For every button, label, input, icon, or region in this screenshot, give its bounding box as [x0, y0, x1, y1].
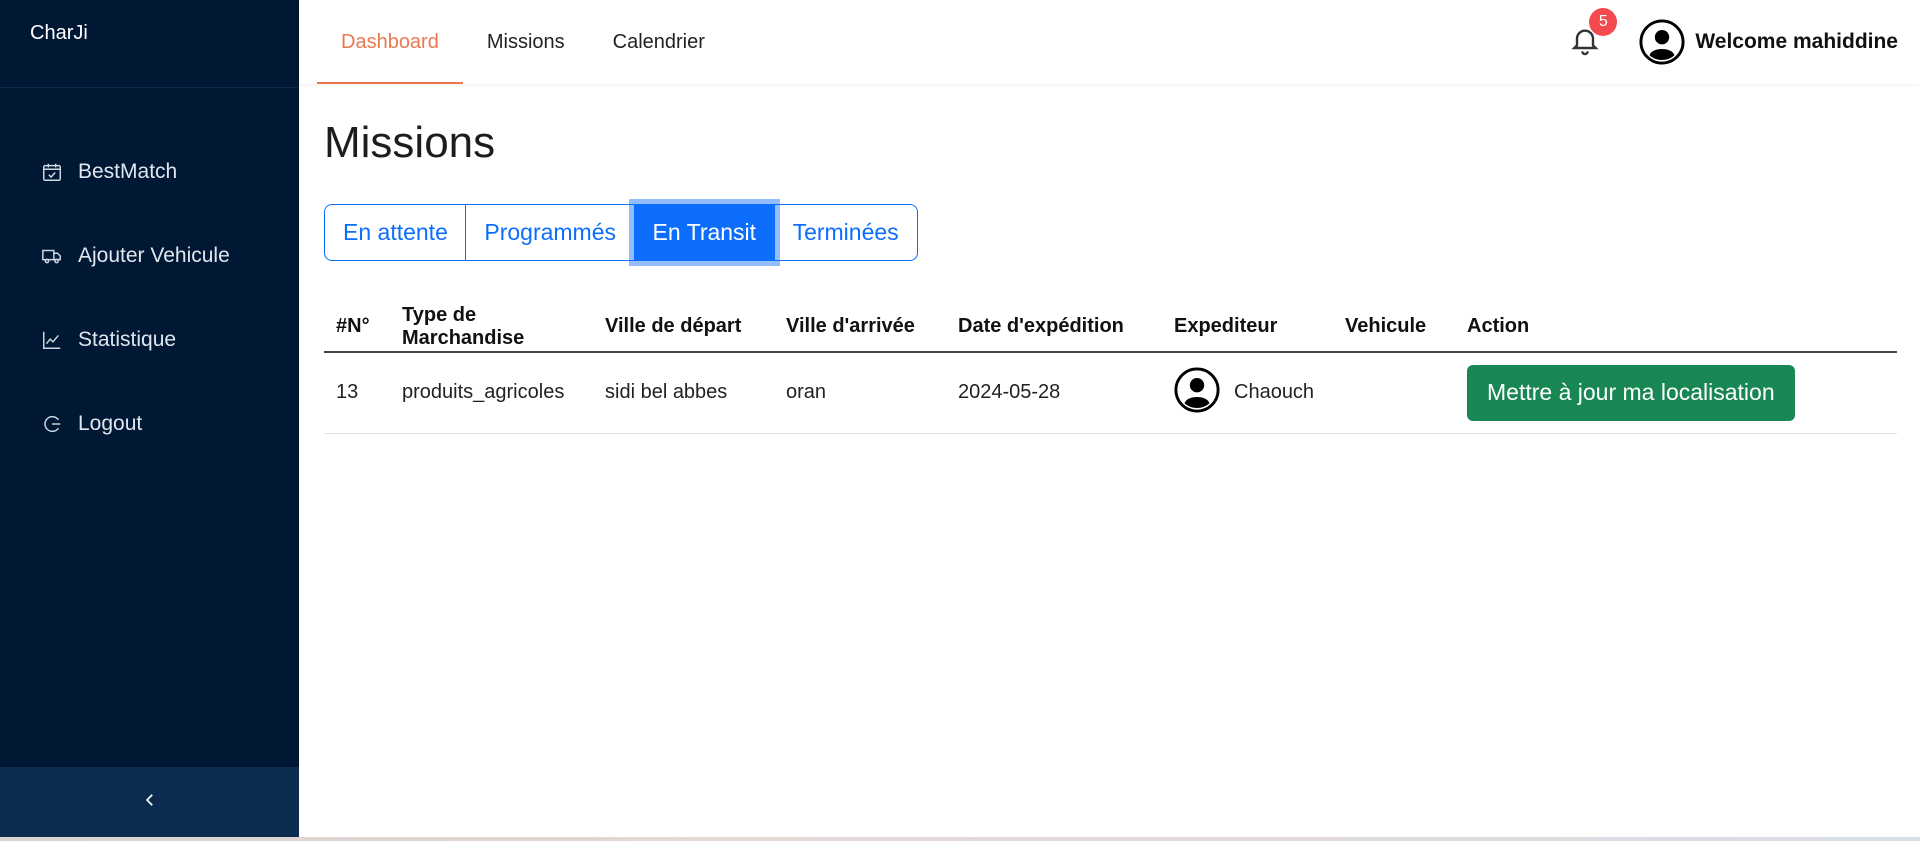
col-header-expediteur: Expediteur [1162, 302, 1333, 353]
sidebar-item-label: BestMatch [78, 160, 178, 183]
notification-badge: 5 [1589, 8, 1618, 36]
cell-type: produits_agricoles [390, 352, 593, 434]
cell-arrivee: oran [774, 352, 946, 434]
cell-date: 2024-05-28 [946, 352, 1162, 434]
sidebar-item-label: Ajouter Vehicule [78, 244, 230, 267]
cell-expediteur: Chaouch [1162, 352, 1333, 434]
brand-logo[interactable]: CharJi [0, 0, 299, 88]
col-header-arrivee: Ville d'arrivée [774, 302, 946, 353]
sidebar-menu: BestMatch Ajouter Vehicule Statistique L… [0, 88, 299, 466]
tab-dashboard[interactable]: Dashboard [317, 0, 463, 84]
col-header-depart: Ville de départ [593, 302, 774, 353]
sidebar-item-label: Logout [78, 412, 143, 435]
sidebar: CharJi BestMatch Ajouter Vehicule Statis… [0, 0, 299, 837]
page-title: Missions [324, 118, 496, 167]
sidebar-item-logout[interactable]: Logout [0, 382, 299, 466]
filter-en-transit[interactable]: En Transit [633, 204, 776, 261]
chevron-left-icon [141, 791, 159, 814]
cell-action: Mettre à jour ma localisation [1455, 352, 1897, 434]
update-location-button[interactable]: Mettre à jour ma localisation [1467, 364, 1795, 421]
sidebar-item-statistique[interactable]: Statistique [0, 298, 299, 382]
chart-line-icon [40, 328, 64, 352]
filter-programmes[interactable]: Programmés [465, 204, 636, 261]
user-avatar-icon[interactable] [1639, 19, 1685, 65]
sidebar-item-ajouter-vehicule[interactable]: Ajouter Vehicule [0, 214, 299, 298]
col-header-num: #N° [324, 302, 390, 353]
tab-missions[interactable]: Missions [463, 0, 589, 72]
notifications-button[interactable]: 5 [1565, 8, 1618, 62]
truck-icon [40, 244, 64, 268]
cell-num: 13 [324, 352, 390, 434]
col-header-date: Date d'expédition [946, 302, 1162, 353]
filter-terminees[interactable]: Terminées [773, 204, 918, 261]
table-row: 13 produits_agricoles sidi bel abbes ora… [324, 352, 1897, 434]
top-nav: Dashboard Missions Calendrier [317, 0, 729, 84]
col-header-action: Action [1455, 302, 1897, 353]
expediteur-name: Chaouch [1234, 381, 1315, 404]
col-header-type: Type de Marchandise [390, 302, 593, 353]
sidebar-item-label: Statistique [78, 328, 177, 351]
col-header-vehicule: Vehicule [1333, 302, 1455, 353]
sidebar-collapse-button[interactable] [0, 767, 299, 837]
table-header-row: #N° Type de Marchandise Ville de départ … [324, 302, 1897, 353]
cell-depart: sidi bel abbes [593, 352, 774, 434]
user-area: 5 Welcome mahiddine [1565, 0, 1898, 84]
cell-vehicule [1333, 352, 1455, 434]
missions-table: #N° Type de Marchandise Ville de départ … [324, 302, 1897, 434]
filter-en-attente[interactable]: En attente [324, 204, 467, 261]
logout-icon [40, 412, 64, 436]
tab-calendrier[interactable]: Calendrier [589, 0, 729, 72]
welcome-text: Welcome mahiddine [1695, 30, 1898, 53]
expediteur-avatar-icon [1174, 367, 1234, 419]
window-bottom-edge [0, 837, 1920, 841]
sidebar-item-bestmatch[interactable]: BestMatch [0, 130, 299, 214]
topbar: Dashboard Missions Calendrier 5 Welcome … [299, 0, 1920, 84]
mission-status-filter: En attente Programmés En Transit Terminé… [324, 204, 918, 261]
calendar-check-icon [40, 160, 64, 184]
